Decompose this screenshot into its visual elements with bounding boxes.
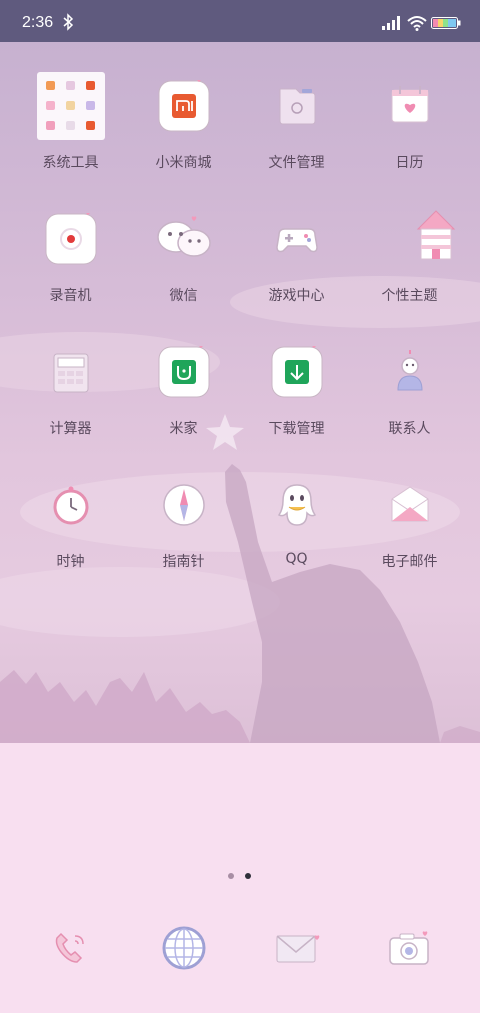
app-label: 时钟: [56, 554, 85, 570]
app-label: 下载管理: [268, 421, 325, 437]
app-game-center[interactable]: 游戏中心: [240, 185, 353, 304]
downloads-icon: [271, 343, 323, 398]
app-compass[interactable]: 指南针: [127, 451, 240, 570]
clock-icon: [45, 479, 97, 531]
dock-browser[interactable]: [158, 922, 210, 974]
themes-icon: [384, 210, 456, 265]
app-mi-store[interactable]: 小米商城: [127, 52, 240, 171]
dock-camera[interactable]: [384, 922, 436, 974]
app-label: 文件管理: [268, 155, 325, 171]
app-label: 录音机: [49, 288, 92, 304]
app-label: QQ: [285, 551, 308, 567]
recorder-icon: [45, 210, 97, 265]
game-center-icon: [271, 213, 323, 265]
app-label: 米家: [169, 421, 198, 437]
app-system-tools[interactable]: 系统工具: [14, 52, 127, 171]
wechat-icon: [157, 213, 211, 265]
wifi-icon: [407, 16, 427, 31]
mi-store-icon: [158, 77, 210, 132]
app-themes[interactable]: 个性主题: [353, 185, 466, 304]
page-indicator: [226, 872, 254, 882]
status-bar: 2:36: [0, 0, 480, 42]
app-label: 游戏中心: [268, 288, 325, 304]
signal-icon: [382, 16, 400, 30]
calendar-icon: [384, 80, 436, 132]
app-clock[interactable]: 时钟: [14, 451, 127, 570]
bluetooth-icon: [63, 13, 74, 31]
file-manager-icon: [271, 80, 323, 132]
app-calculator[interactable]: 计算器: [14, 318, 127, 437]
phone-icon: [55, 932, 84, 963]
app-label: 个性主题: [381, 288, 438, 304]
qq-icon: [271, 479, 323, 531]
app-label: 系统工具: [42, 155, 99, 171]
app-wechat[interactable]: 微信: [127, 185, 240, 304]
camera-icon: [389, 931, 429, 965]
app-file-manager[interactable]: 文件管理: [240, 52, 353, 171]
email-icon: [384, 479, 436, 531]
dock-phone[interactable]: [45, 922, 97, 974]
app-downloads[interactable]: 下载管理: [240, 318, 353, 437]
app-qq[interactable]: QQ: [240, 451, 353, 567]
messages-icon: [276, 935, 320, 963]
app-mi-home[interactable]: 米家: [127, 318, 240, 437]
app-label: 微信: [169, 288, 198, 304]
calculator-icon: [45, 346, 97, 398]
page-dot-active[interactable]: [245, 873, 251, 879]
status-time: 2:36: [22, 14, 54, 31]
mi-home-icon: [158, 343, 210, 398]
app-label: 联系人: [388, 421, 431, 437]
app-label: 指南针: [162, 554, 205, 570]
app-contacts[interactable]: 联系人: [353, 318, 466, 437]
system-tools-folder-icon: [37, 72, 105, 140]
app-label: 日历: [395, 155, 424, 171]
app-recorder[interactable]: 录音机: [14, 185, 127, 304]
app-calendar[interactable]: 日历: [353, 52, 466, 171]
compass-icon: [158, 479, 210, 531]
dock-messages[interactable]: [271, 922, 323, 974]
contacts-icon: [384, 346, 436, 398]
browser-icon: [162, 926, 206, 970]
app-email[interactable]: 电子邮件: [353, 451, 466, 570]
battery-icon: [431, 17, 461, 29]
app-label: 小米商城: [155, 155, 212, 171]
page-dot[interactable]: [228, 873, 234, 879]
app-label: 电子邮件: [381, 554, 438, 570]
app-label: 计算器: [49, 421, 92, 437]
